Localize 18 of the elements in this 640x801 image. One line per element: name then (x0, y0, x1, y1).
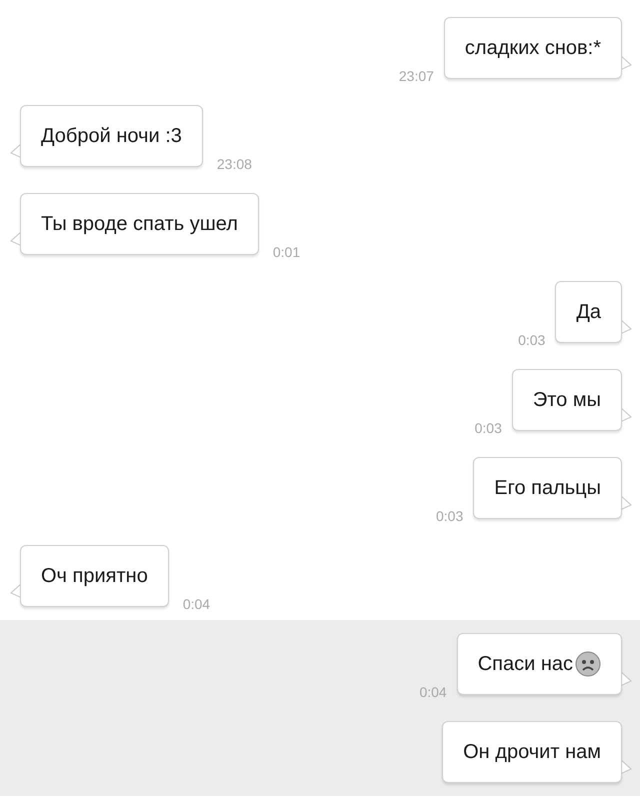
message-time: 0:01 (272, 243, 300, 262)
message-text: Его пальцы (494, 476, 601, 501)
message-time: 0:03 (518, 331, 546, 350)
message-text: сладких снов:* (464, 36, 601, 61)
message-text: Он дрочит нам (463, 740, 601, 765)
message-time: 0:04 (182, 595, 210, 614)
message-text: Спаси нас (478, 652, 573, 677)
message-text: Оч приятно (41, 564, 148, 589)
message-time: 0:03 (474, 419, 502, 438)
message-text: Это мы (532, 388, 601, 413)
message-text: Ты вроде спать ушел (41, 212, 238, 237)
message-time: 23:08 (216, 155, 252, 174)
message-text: Доброй ночи :3 (41, 124, 182, 149)
message-time: 0:03 (436, 507, 464, 526)
sad-face-icon (575, 651, 601, 677)
message-time: 23:07 (398, 67, 434, 86)
message-text: Да (576, 300, 601, 325)
message-time: 0:04 (419, 683, 447, 702)
